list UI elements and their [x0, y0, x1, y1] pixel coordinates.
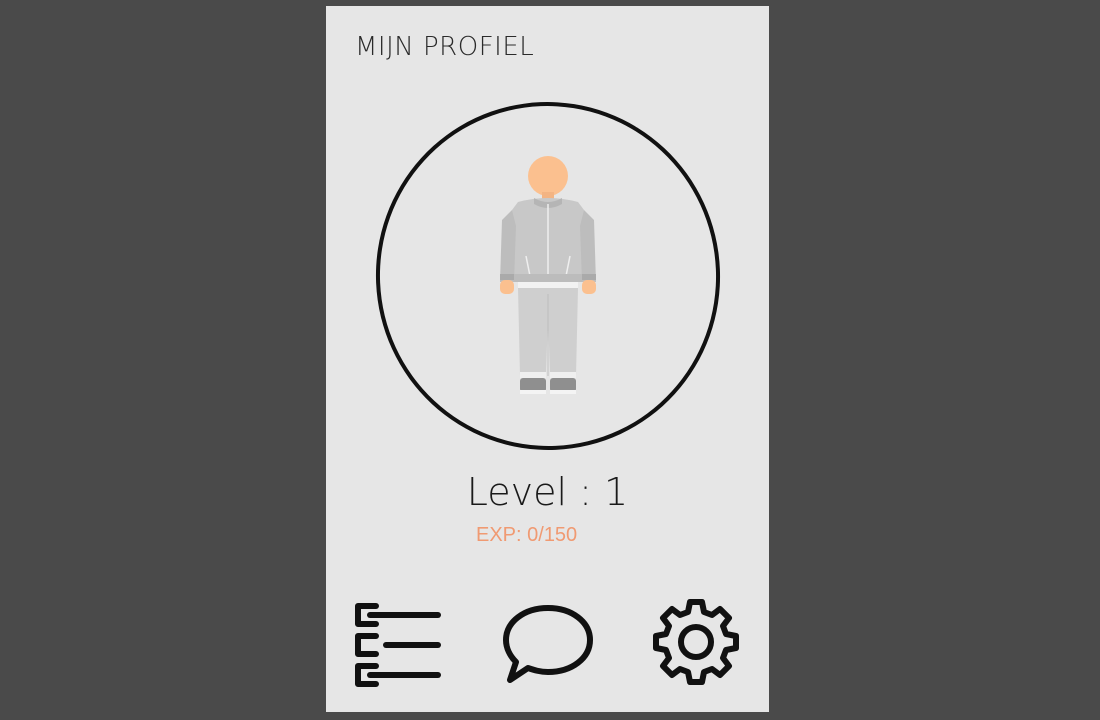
exp-label: EXP: 0/150 — [476, 524, 578, 546]
chat-bubble-icon — [503, 605, 593, 683]
avatar-figure-icon — [500, 156, 596, 394]
profile-screen: MIJN PROFIEL Level: 1 EXP: 0/150 — [326, 6, 769, 712]
gear-icon — [653, 599, 739, 685]
avatar[interactable] — [496, 154, 600, 404]
level-label: Level : 1 — [466, 470, 629, 514]
settings-button[interactable] — [646, 596, 746, 692]
chat-button[interactable] — [498, 596, 598, 692]
page-title: MIJN PROFIEL — [355, 32, 535, 62]
checklist-icon — [355, 603, 441, 687]
tasks-button[interactable] — [346, 596, 446, 692]
